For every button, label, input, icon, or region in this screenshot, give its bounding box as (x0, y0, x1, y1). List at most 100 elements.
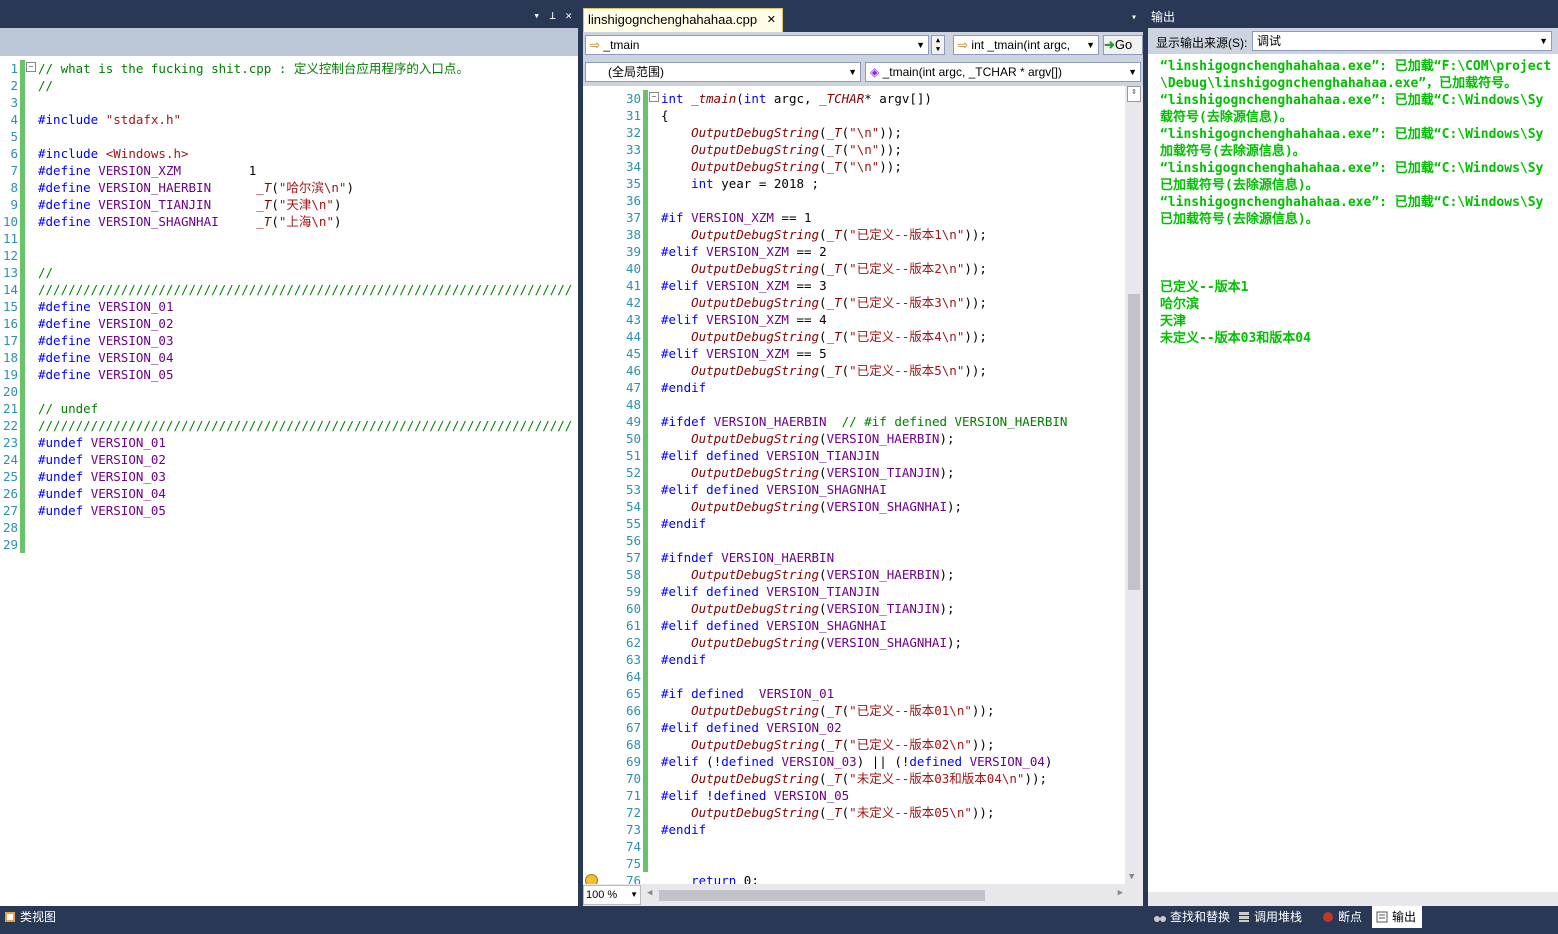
code-line: // (38, 265, 54, 280)
left-panel-toolbar (0, 28, 578, 56)
tab-overflow-icon[interactable]: ▾ (1131, 12, 1137, 23)
code-line: OutputDebugString(_T("已定义--版本5\n")); (691, 363, 987, 378)
line-number: 41 (625, 278, 641, 293)
line-number: 44 (625, 329, 641, 344)
line-number: 4 (10, 112, 18, 127)
collapse-icon[interactable]: − (649, 92, 659, 102)
code-line: #undef VERSION_03 (38, 469, 166, 484)
code-line: #define VERSION_TIANJIN _T("天津\n") (38, 197, 342, 212)
line-number: 2 (10, 78, 18, 93)
line-number: 13 (2, 265, 18, 280)
scroll-left-icon[interactable]: ◀ (647, 888, 652, 898)
vertical-scrollbar[interactable]: ⇳ ▼ (1125, 86, 1143, 884)
pin-icon[interactable]: ⊥ (549, 9, 556, 22)
line-number: 5 (10, 129, 18, 144)
line-number: 3 (10, 95, 18, 110)
code-line: #include <Windows.h> (38, 146, 189, 161)
code-line: #ifdef VERSION_HAERBIN // #if defined VE… (661, 414, 1068, 429)
right-bottom-tabbar: 查找和替换 调用堆栈 断点 输出 (1148, 906, 1558, 934)
code-line: OutputDebugString(VERSION_TIANJIN); (691, 465, 955, 480)
tab-breakpoints[interactable]: 断点 (1318, 906, 1368, 928)
line-number: 35 (625, 176, 641, 191)
output-hscrollbar[interactable] (1148, 892, 1558, 906)
line-number: 62 (625, 635, 641, 650)
output-source-bar: 显示输出来源(S): 调试 ▼ (1148, 28, 1558, 54)
collapse-icon[interactable]: − (26, 62, 36, 72)
left-panel-titlebar: ▾ ⊥ ✕ (0, 6, 578, 28)
scroll-thumb[interactable] (1128, 294, 1140, 590)
code-line: OutputDebugString(_T("\n")); (691, 142, 902, 157)
line-number: 10 (2, 214, 18, 229)
function-combo-right[interactable]: ⇨ int _tmain(int argc, ▼ (953, 35, 1099, 55)
line-number: 76 (625, 873, 641, 884)
output-line: “linshigognchenghahahaa.exe”: 已加载“C:\Win… (1160, 127, 1544, 142)
code-line: OutputDebugString(_T("已定义--版本01\n")); (691, 703, 995, 718)
chevron-down-icon: ▼ (1086, 40, 1095, 50)
line-number: 27 (2, 503, 18, 518)
code-line: #elif (!defined VERSION_03) || (!defined… (661, 754, 1053, 769)
code-line: OutputDebugString(_T("未定义--版本05\n")); (691, 805, 995, 820)
left-code-area[interactable]: 1 // what is the fucking shit.cpp : 定义控制台… (0, 56, 578, 906)
line-number: 19 (2, 367, 18, 382)
line-number: 28 (2, 520, 18, 535)
code-line: OutputDebugString(VERSION_TIANJIN); (691, 601, 955, 616)
function-combo-left[interactable]: ⇨ _tmain ▼ (585, 35, 929, 55)
left-editor-panel: ▾ ⊥ ✕ 1 // what is the fucking shit.cpp :… (0, 6, 578, 906)
tab-output[interactable]: 输出 (1372, 906, 1423, 928)
line-number: 25 (2, 469, 18, 484)
code-line: #ifndef VERSION_HAERBIN (661, 550, 835, 565)
tab-title: linshigognchenghahahaa.cpp (588, 12, 758, 27)
line-number: 34 (625, 159, 641, 174)
horizontal-scrollbar[interactable]: ◀ ▶ (645, 888, 1123, 902)
split-button[interactable]: ⇳ (1127, 86, 1141, 102)
editor-status-bar: 100 % ▼ ◀ ▶ (583, 884, 1143, 906)
scroll-down-icon[interactable]: ▼ (1129, 872, 1134, 882)
tab-find-replace[interactable]: 查找和替换 (1150, 906, 1236, 928)
code-line: #define VERSION_XZM 1 (38, 163, 257, 178)
tab-class-view[interactable]: 类视图 (0, 906, 62, 928)
code-line: #elif defined VERSION_SHAGNHAI (661, 482, 887, 497)
line-number: 64 (625, 669, 641, 684)
panel-dropdown-icon[interactable]: ▾ (533, 9, 540, 22)
output-source-label: 显示输出来源(S): (1156, 36, 1248, 50)
line-number: 32 (625, 125, 641, 140)
line-number: 7 (10, 163, 18, 178)
spin-button[interactable]: ▲ ▼ (931, 35, 945, 55)
output-source-combo[interactable]: 调试 ▼ (1252, 31, 1552, 51)
line-number: 59 (625, 584, 641, 599)
code-line: int year = 2018 ; (691, 176, 820, 191)
chevron-down-icon: ▼ (1128, 67, 1137, 77)
scroll-right-icon[interactable]: ▶ (1118, 888, 1123, 898)
scope-combo[interactable]: (全局范围) ▼ (585, 62, 861, 82)
line-number: 68 (625, 737, 641, 752)
function-icon: ⇨ (958, 38, 969, 52)
function-navigation-bar: ⇨ _tmain ▼ ▲ ▼ ⇨ int _tmain(int argc, ▼ ➜… (583, 32, 1143, 58)
instruction-pointer-icon (585, 874, 598, 884)
chevron-down-icon: ▼ (1539, 36, 1548, 46)
main-code-area[interactable]: 30 int _tmain(int argc, _TCHAR* argv[]) 31… (583, 86, 1125, 884)
go-button[interactable]: ➜Go (1103, 35, 1143, 55)
line-number: 47 (625, 380, 641, 395)
tab-close-icon[interactable]: ✕ (767, 9, 776, 31)
member-combo[interactable]: ◈ _tmain(int argc, _TCHAR * argv[]) ▼ (865, 62, 1141, 82)
tab-linshigognchenghahahaa-cpp[interactable]: linshigognchenghahahaa.cpp ✕ (583, 8, 783, 32)
tab-call-stack[interactable]: 调用堆栈 (1234, 906, 1308, 928)
line-number: 23 (2, 435, 18, 450)
hscroll-thumb[interactable] (659, 890, 985, 901)
line-number: 22 (2, 418, 18, 433)
output-text-area[interactable]: “linshigognchenghahahaa.exe”: 已加载“F:\COM… (1148, 54, 1558, 892)
line-number: 48 (625, 397, 641, 412)
line-number: 52 (625, 465, 641, 480)
line-number: 42 (625, 295, 641, 310)
line-number: 53 (625, 482, 641, 497)
zoom-combo[interactable]: 100 % ▼ (583, 885, 641, 905)
line-number: 63 (625, 652, 641, 667)
line-number: 17 (2, 333, 18, 348)
output-line: 已定义--版本1 (1160, 280, 1249, 295)
line-number: 58 (625, 567, 641, 582)
line-number: 73 (625, 822, 641, 837)
line-number: 6 (10, 146, 18, 161)
close-icon[interactable]: ✕ (565, 9, 572, 22)
output-line: 载符号(去除源信息)。 (1160, 110, 1293, 125)
code-line: #undef VERSION_02 (38, 452, 166, 467)
